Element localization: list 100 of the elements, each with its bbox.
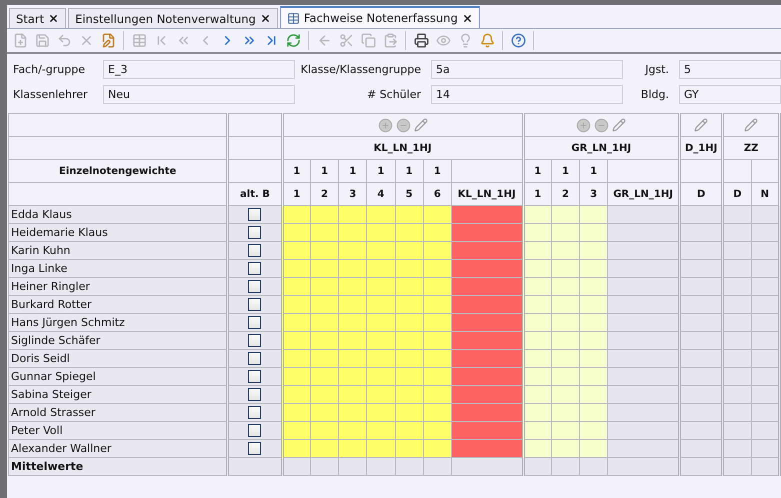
checkbox[interactable]: [248, 442, 262, 456]
grade-cell[interactable]: [608, 422, 680, 440]
grade-cell[interactable]: [366, 278, 395, 296]
grade-cell[interactable]: [366, 224, 395, 242]
grade-cell[interactable]: [395, 278, 424, 296]
grade-cell[interactable]: [338, 350, 367, 368]
checkbox[interactable]: [248, 316, 262, 330]
grade-cell[interactable]: [282, 404, 310, 422]
grade-cell[interactable]: [366, 314, 395, 332]
grade-cell[interactable]: [451, 368, 524, 386]
grade-cell[interactable]: [310, 242, 339, 260]
grade-cell[interactable]: [679, 296, 723, 314]
grade-cell[interactable]: [580, 314, 608, 332]
tab[interactable]: Start: [9, 8, 66, 28]
grade-cell[interactable]: [751, 386, 780, 404]
grade-cell[interactable]: [366, 260, 395, 278]
checkbox[interactable]: [248, 262, 262, 276]
grade-cell[interactable]: [523, 386, 552, 404]
grade-cell[interactable]: [451, 242, 524, 260]
grade-cell[interactable]: [679, 368, 723, 386]
grade-cell[interactable]: [395, 440, 424, 458]
grade-cell[interactable]: [338, 332, 367, 350]
grade-cell[interactable]: [608, 242, 680, 260]
grade-cell[interactable]: [423, 404, 452, 422]
text-field[interactable]: 5: [679, 60, 781, 79]
close-icon[interactable]: [48, 13, 60, 24]
grade-cell[interactable]: [551, 332, 580, 350]
grade-cell[interactable]: [751, 332, 780, 350]
grade-cell[interactable]: [751, 224, 780, 242]
pencil-icon[interactable]: [694, 118, 708, 132]
grade-cell[interactable]: [310, 224, 339, 242]
grade-cell[interactable]: [580, 350, 608, 368]
grade-cell[interactable]: [282, 314, 310, 332]
grade-cell[interactable]: [451, 386, 524, 404]
grade-cell[interactable]: [523, 242, 552, 260]
grade-cell[interactable]: [310, 260, 339, 278]
grade-cell[interactable]: [423, 314, 452, 332]
checkbox[interactable]: [248, 406, 262, 420]
grade-cell[interactable]: [679, 332, 723, 350]
grade-cell[interactable]: [366, 206, 395, 224]
grade-cell[interactable]: [310, 332, 339, 350]
grade-cell[interactable]: [580, 206, 608, 224]
grade-cell[interactable]: [366, 404, 395, 422]
grade-cell[interactable]: [423, 242, 452, 260]
grade-cell[interactable]: [608, 206, 680, 224]
grade-cell[interactable]: [423, 278, 452, 296]
grade-cell[interactable]: [366, 386, 395, 404]
grade-cell[interactable]: [551, 368, 580, 386]
grade-cell[interactable]: [551, 386, 580, 404]
checkbox[interactable]: [248, 244, 262, 258]
pencil-icon[interactable]: [612, 118, 626, 132]
grade-cell[interactable]: [580, 296, 608, 314]
grade-cell[interactable]: [282, 242, 310, 260]
grade-cell[interactable]: [366, 422, 395, 440]
grade-cell[interactable]: [338, 278, 367, 296]
grade-cell[interactable]: [551, 224, 580, 242]
checkbox[interactable]: [248, 208, 262, 222]
text-field[interactable]: GY: [679, 85, 781, 104]
grade-cell[interactable]: [523, 260, 552, 278]
grade-cell[interactable]: [338, 206, 367, 224]
grade-cell[interactable]: [451, 332, 524, 350]
grade-cell[interactable]: [451, 278, 524, 296]
grade-cell[interactable]: [451, 404, 524, 422]
grade-cell[interactable]: [679, 350, 723, 368]
grade-cell[interactable]: [608, 368, 680, 386]
printer-icon[interactable]: [412, 32, 430, 50]
grade-cell[interactable]: [523, 332, 552, 350]
grade-cell[interactable]: [310, 422, 339, 440]
grade-cell[interactable]: [580, 368, 608, 386]
grade-cell[interactable]: [679, 278, 723, 296]
grade-cell[interactable]: [310, 296, 339, 314]
grade-cell[interactable]: [338, 422, 367, 440]
checkbox[interactable]: [248, 388, 262, 402]
grade-cell[interactable]: [679, 440, 723, 458]
grade-cell[interactable]: [282, 260, 310, 278]
checkbox[interactable]: [248, 298, 262, 312]
pencil-icon[interactable]: [744, 118, 758, 132]
grade-cell[interactable]: [551, 314, 580, 332]
grade-cell[interactable]: [395, 224, 424, 242]
grade-cell[interactable]: [751, 368, 780, 386]
grade-cell[interactable]: [608, 386, 680, 404]
grade-cell[interactable]: [751, 350, 780, 368]
grade-cell[interactable]: [395, 422, 424, 440]
grade-cell[interactable]: [551, 278, 580, 296]
grade-cell[interactable]: [423, 368, 452, 386]
grade-cell[interactable]: [580, 278, 608, 296]
checkbox[interactable]: [248, 352, 262, 366]
grade-cell[interactable]: [282, 224, 310, 242]
grade-cell[interactable]: [523, 404, 552, 422]
grade-cell[interactable]: [451, 422, 524, 440]
grade-cell[interactable]: [282, 386, 310, 404]
grade-cell[interactable]: [608, 278, 680, 296]
grade-cell[interactable]: [751, 242, 780, 260]
checkbox[interactable]: [248, 280, 262, 294]
close-icon[interactable]: [462, 12, 473, 24]
grade-cell[interactable]: [679, 206, 723, 224]
grade-cell[interactable]: [338, 386, 367, 404]
grade-cell[interactable]: [679, 260, 723, 278]
grade-cell[interactable]: [395, 242, 424, 260]
bell-icon[interactable]: [478, 32, 496, 50]
